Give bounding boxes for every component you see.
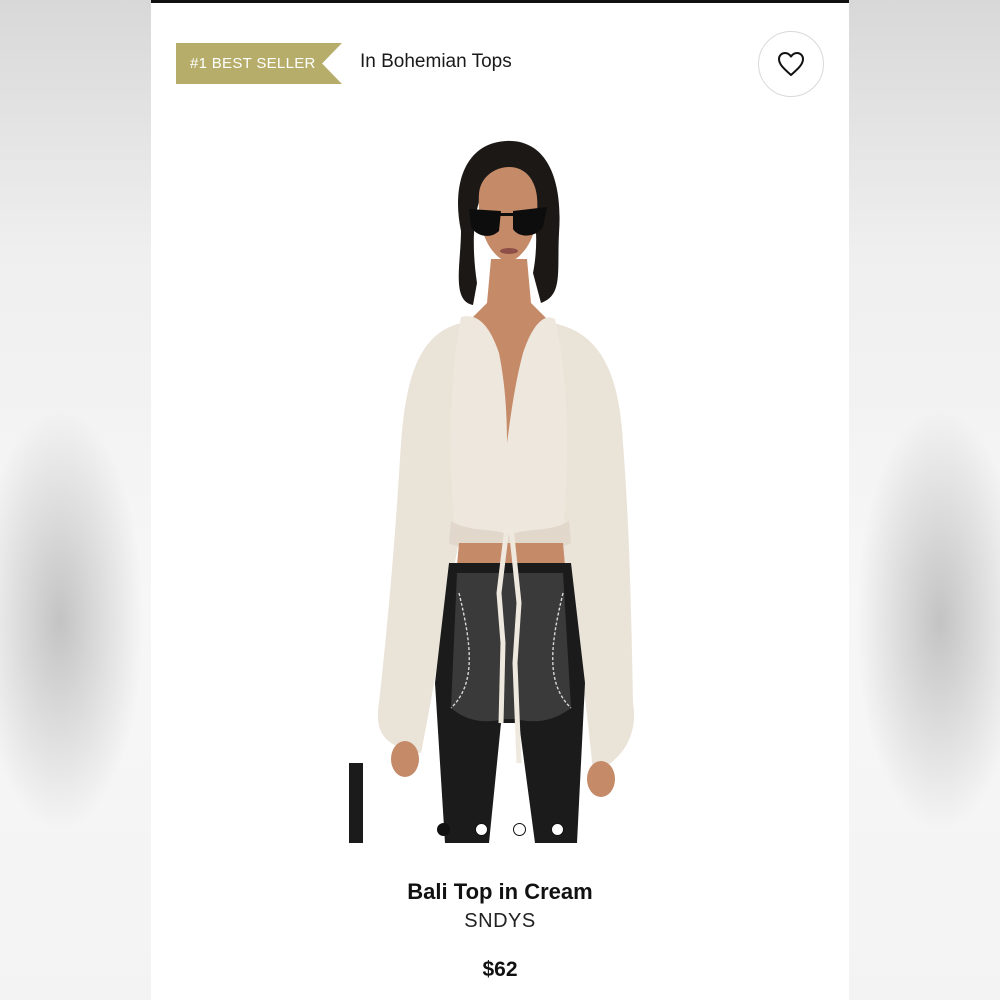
best-seller-badge: #1 BEST SELLER <box>176 43 342 84</box>
pagination-dot-3[interactable] <box>512 823 526 836</box>
product-title: Bali Top in Cream <box>407 879 593 904</box>
product-brand[interactable]: SNDYS <box>151 910 849 933</box>
pagination-dot-1[interactable] <box>436 823 450 836</box>
pagination-dot-4[interactable] <box>550 823 564 836</box>
pagination-dot-2[interactable] <box>474 823 488 836</box>
favorite-button[interactable] <box>758 31 824 97</box>
best-seller-label: #1 BEST SELLER <box>190 55 316 72</box>
image-pagination <box>151 823 849 836</box>
product-price: $62 <box>482 958 518 981</box>
heart-icon <box>778 52 804 76</box>
product-image[interactable] <box>301 123 701 843</box>
product-page: #1 BEST SELLER In Bohemian Tops Bali Top… <box>151 0 849 1000</box>
category-link[interactable]: In Bohemian Tops <box>360 51 512 73</box>
